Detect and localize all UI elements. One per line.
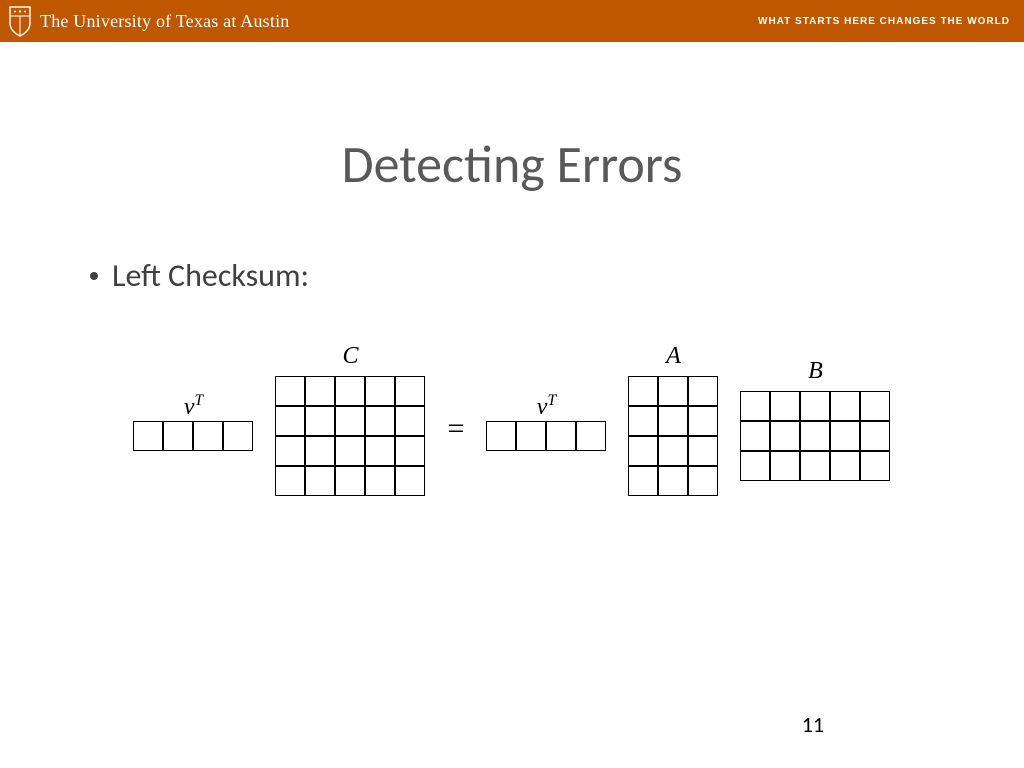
matrix-cell	[395, 406, 425, 436]
matrix-cell	[860, 451, 890, 481]
matrix-cell	[305, 466, 335, 496]
page-number: 11	[802, 711, 824, 738]
matrix-cell	[546, 421, 576, 451]
matrix-cell	[688, 376, 718, 406]
matrix-cell	[830, 451, 860, 481]
matrix-cell	[305, 376, 335, 406]
matrix-cell	[800, 451, 830, 481]
matrix-cell	[740, 451, 770, 481]
equals-sign: =	[448, 392, 465, 446]
matrix-cell	[628, 406, 658, 436]
matrix-C: C	[276, 342, 426, 496]
matrix-cell	[860, 391, 890, 421]
matrix-cell	[193, 421, 223, 451]
grid-vT-right	[486, 421, 606, 451]
matrix-cell	[658, 436, 688, 466]
shield-icon	[8, 5, 32, 37]
matrix-A: A	[628, 342, 718, 496]
matrix-cell	[860, 421, 890, 451]
matrix-cell	[576, 421, 606, 451]
matrix-cell	[275, 376, 305, 406]
matrix-cell	[830, 391, 860, 421]
slogan-text: WHAT STARTS HERE CHANGES THE WORLD	[758, 16, 1010, 27]
matrix-cell	[133, 421, 163, 451]
matrix-cell	[365, 376, 395, 406]
matrix-cell	[800, 421, 830, 451]
banner-left: The University of Texas at Austin	[8, 5, 289, 37]
matrix-cell	[163, 421, 193, 451]
label-B: B	[808, 357, 823, 385]
matrix-vT-left: vT	[134, 387, 254, 451]
matrix-cell	[335, 406, 365, 436]
matrix-cell	[365, 406, 395, 436]
matrix-cell	[688, 466, 718, 496]
matrix-cell	[486, 421, 516, 451]
matrix-cell	[335, 436, 365, 466]
banner: The University of Texas at Austin WHAT S…	[0, 0, 1024, 42]
matrix-cell	[365, 466, 395, 496]
matrix-cell	[658, 466, 688, 496]
matrix-cell	[688, 406, 718, 436]
matrix-cell	[800, 391, 830, 421]
matrix-cell	[335, 466, 365, 496]
label-vT-left: vT	[184, 387, 203, 415]
slide-title: Detecting Errors	[0, 132, 1024, 196]
matrix-cell	[770, 421, 800, 451]
matrix-cell	[688, 436, 718, 466]
matrix-cell	[275, 406, 305, 436]
matrix-cell	[365, 436, 395, 466]
matrix-cell	[275, 466, 305, 496]
matrix-cell	[395, 376, 425, 406]
university-name: The University of Texas at Austin	[40, 11, 289, 32]
matrix-cell	[628, 376, 658, 406]
label-C: C	[343, 342, 359, 370]
matrix-cell	[395, 466, 425, 496]
matrix-vT-right: vT	[486, 387, 606, 451]
bullet-text: Left Checksum:	[112, 256, 309, 295]
matrix-cell	[305, 436, 335, 466]
matrix-cell	[305, 406, 335, 436]
grid-vT-left	[134, 421, 254, 451]
matrix-cell	[770, 451, 800, 481]
matrix-cell	[395, 436, 425, 466]
grid-B	[740, 391, 890, 481]
matrix-cell	[516, 421, 546, 451]
matrix-cell	[658, 406, 688, 436]
matrix-cell	[628, 466, 658, 496]
matrix-cell	[223, 421, 253, 451]
matrix-cell	[658, 376, 688, 406]
matrix-cell	[740, 391, 770, 421]
bullet-item: Left Checksum:	[90, 256, 1024, 295]
slide-body: Detecting Errors Left Checksum: vT C = v…	[0, 42, 1024, 768]
label-vT-right: vT	[537, 387, 556, 415]
grid-C	[276, 376, 426, 496]
bullet-dot-icon	[90, 272, 98, 280]
matrix-B: B	[740, 357, 890, 481]
label-A: A	[666, 342, 681, 370]
matrix-cell	[830, 421, 860, 451]
matrix-cell	[628, 436, 658, 466]
matrix-cell	[335, 376, 365, 406]
matrix-cell	[770, 391, 800, 421]
matrix-cell	[740, 421, 770, 451]
equation-row: vT C = vT A B	[0, 342, 1024, 496]
matrix-cell	[275, 436, 305, 466]
grid-A	[628, 376, 718, 496]
